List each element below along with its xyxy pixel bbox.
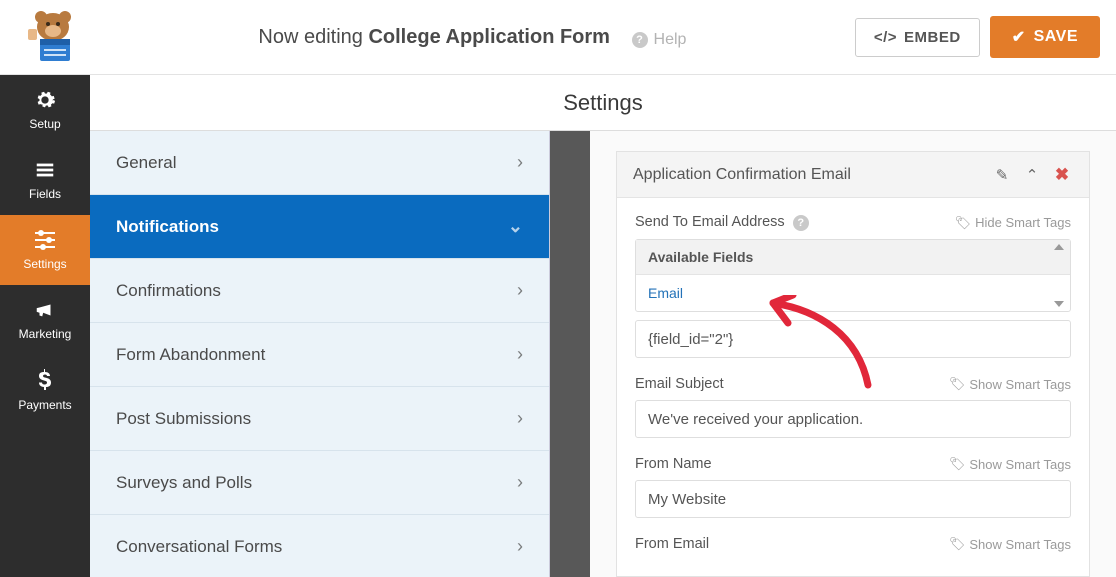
available-field-email[interactable]: Email	[636, 275, 1070, 311]
edit-icon[interactable]: ✎	[991, 166, 1013, 184]
chevron-right-icon: ›	[517, 536, 523, 557]
dollar-icon	[35, 368, 55, 392]
tag-icon: 🏷	[949, 536, 966, 552]
help-icon: ?	[632, 32, 648, 48]
chevron-right-icon: ›	[517, 152, 523, 173]
code-icon: </>	[874, 29, 897, 46]
subnav-conversational-forms[interactable]: Conversational Forms›	[90, 515, 549, 577]
show-smart-tags-from-name[interactable]: 🏷Show Smart Tags	[949, 456, 1071, 472]
available-fields-box: Available Fields Email	[635, 239, 1071, 312]
show-smart-tags-from-email[interactable]: 🏷Show Smart Tags	[949, 536, 1071, 552]
page-title: Settings	[90, 75, 1116, 131]
subject-input[interactable]	[635, 400, 1071, 438]
chevron-right-icon: ›	[517, 472, 523, 493]
settings-subnav: General› Notifications⌄ Confirmations› F…	[90, 131, 550, 577]
help-link[interactable]: ?Help	[632, 31, 687, 49]
tag-icon: 🏷	[955, 215, 972, 231]
embed-button[interactable]: </> EMBED	[855, 18, 980, 57]
check-icon: ✔	[1012, 27, 1026, 47]
from-name-label: From Name	[635, 456, 712, 472]
nav-settings[interactable]: Settings	[0, 215, 90, 285]
notification-panel: Application Confirmation Email ✎ ⌃ ✖ Sen…	[616, 151, 1090, 577]
topbar: Now editing College Application Form ?He…	[0, 0, 1116, 75]
form-name: College Application Form	[368, 26, 610, 48]
from-email-label: From Email	[635, 536, 709, 552]
sliders-icon	[33, 229, 57, 251]
hide-smart-tags[interactable]: 🏷Hide Smart Tags	[955, 215, 1071, 231]
nav-payments[interactable]: Payments	[0, 355, 90, 425]
help-icon[interactable]: ?	[793, 215, 809, 231]
nav-setup[interactable]: Setup	[0, 75, 90, 145]
subnav-general[interactable]: General›	[90, 131, 549, 195]
tag-icon: 🏷	[949, 456, 966, 472]
save-button[interactable]: ✔ SAVE	[990, 16, 1100, 58]
show-smart-tags-subject[interactable]: 🏷Show Smart Tags	[949, 376, 1071, 392]
chevron-right-icon: ›	[517, 344, 523, 365]
subnav-confirmations[interactable]: Confirmations›	[90, 259, 549, 323]
nav-marketing[interactable]: Marketing	[0, 285, 90, 355]
collapse-icon[interactable]: ⌃	[1021, 166, 1043, 184]
panel-header: Application Confirmation Email ✎ ⌃ ✖	[617, 152, 1089, 198]
editing-prefix: Now editing	[258, 26, 368, 48]
subject-label: Email Subject	[635, 376, 724, 392]
list-icon	[34, 159, 56, 181]
editing-title: Now editing College Application Form ?He…	[90, 26, 855, 49]
topbar-actions: </> EMBED ✔ SAVE	[855, 16, 1100, 58]
send-to-label: Send To Email Address	[635, 214, 785, 230]
subnav-post-submissions[interactable]: Post Submissions›	[90, 387, 549, 451]
megaphone-icon	[34, 299, 56, 321]
resize-gutter	[550, 131, 590, 577]
chevron-down-icon: ⌄	[508, 216, 523, 237]
gear-icon	[34, 89, 56, 111]
subnav-surveys-polls[interactable]: Surveys and Polls›	[90, 451, 549, 515]
chevron-right-icon: ›	[517, 280, 523, 301]
from-name-input[interactable]	[635, 480, 1071, 518]
send-to-input[interactable]	[635, 320, 1071, 358]
panel-title: Application Confirmation Email	[633, 166, 851, 184]
available-fields-header: Available Fields	[636, 240, 1070, 275]
app-logo	[16, 7, 90, 67]
subnav-notifications[interactable]: Notifications⌄	[90, 195, 549, 259]
tag-icon: 🏷	[949, 376, 966, 392]
nav-fields[interactable]: Fields	[0, 145, 90, 215]
content-area: Application Confirmation Email ✎ ⌃ ✖ Sen…	[590, 131, 1116, 577]
chevron-right-icon: ›	[517, 408, 523, 429]
primary-nav: Setup Fields Settings Marketing Payments	[0, 75, 90, 577]
subnav-form-abandonment[interactable]: Form Abandonment›	[90, 323, 549, 387]
close-icon[interactable]: ✖	[1051, 165, 1073, 185]
